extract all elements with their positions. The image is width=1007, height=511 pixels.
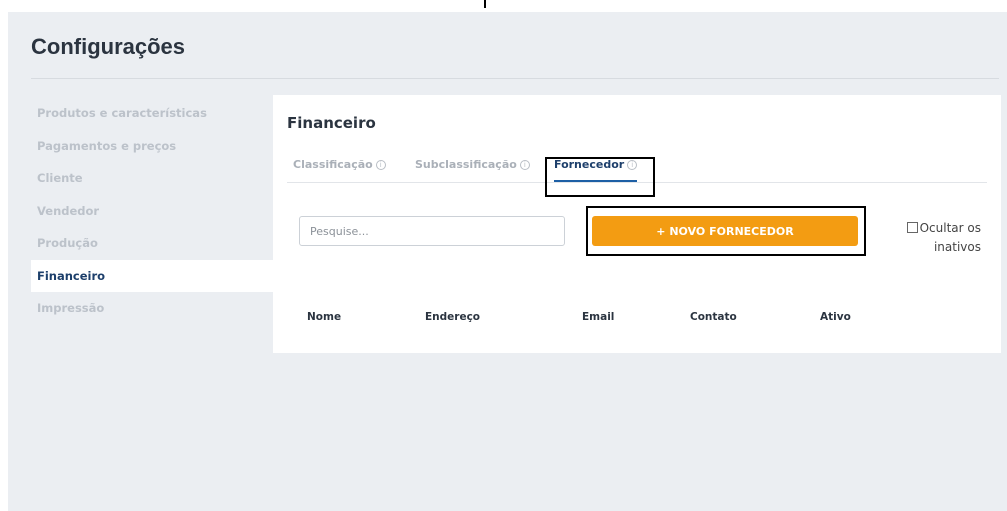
- sidebar-item-pagamentos[interactable]: Pagamentos e preços: [31, 130, 281, 163]
- sidebar-item-produtos[interactable]: Produtos e características: [31, 97, 281, 130]
- hide-inactive-label: Ocultar os: [919, 221, 981, 235]
- search-input[interactable]: [299, 216, 565, 246]
- hide-inactive-checkbox[interactable]: [906, 222, 918, 233]
- info-circle-icon: i: [375, 160, 386, 170]
- hide-inactive-label-line2: inativos: [933, 240, 981, 254]
- column-header-nome[interactable]: Nome: [307, 311, 341, 323]
- sidebar-item-cliente[interactable]: Cliente: [31, 162, 281, 195]
- sidebar-item-financeiro[interactable]: Financeiro: [31, 259, 281, 292]
- page-title: Configurações: [31, 34, 186, 59]
- sidebar-item-producao[interactable]: Produção: [31, 227, 281, 260]
- tab-subclassificacao[interactable]: Subclassificação i: [415, 158, 530, 182]
- column-header-contato[interactable]: Contato: [690, 311, 737, 323]
- new-supplier-button[interactable]: + NOVO FORNECEDOR: [592, 216, 858, 246]
- column-header-email[interactable]: Email: [582, 311, 614, 323]
- sidebar-item-vendedor[interactable]: Vendedor: [31, 195, 281, 228]
- sidebar: Produtos e características Pagamentos e …: [31, 97, 281, 325]
- column-header-endereco[interactable]: Endereço: [425, 311, 480, 323]
- panel-title: Financeiro: [287, 114, 376, 132]
- tab-label: Classificação: [293, 158, 373, 171]
- top-marker: [484, 0, 486, 8]
- tab-classificacao[interactable]: Classificação i: [293, 158, 386, 182]
- tab-label: Subclassificação: [415, 158, 517, 171]
- settings-panel: Financeiro Classificação i Subclassificaç…: [273, 95, 1001, 353]
- hide-inactive-toggle[interactable]: Ocultar os inativos: [906, 219, 981, 257]
- column-header-ativo[interactable]: Ativo: [820, 311, 851, 323]
- info-circle-icon: i: [519, 160, 530, 170]
- tab-highlight-box: [545, 157, 655, 197]
- app-window: Configurações Produtos e características…: [8, 12, 1007, 511]
- title-divider: [31, 78, 999, 79]
- sidebar-item-impressao[interactable]: Impressão: [31, 292, 281, 325]
